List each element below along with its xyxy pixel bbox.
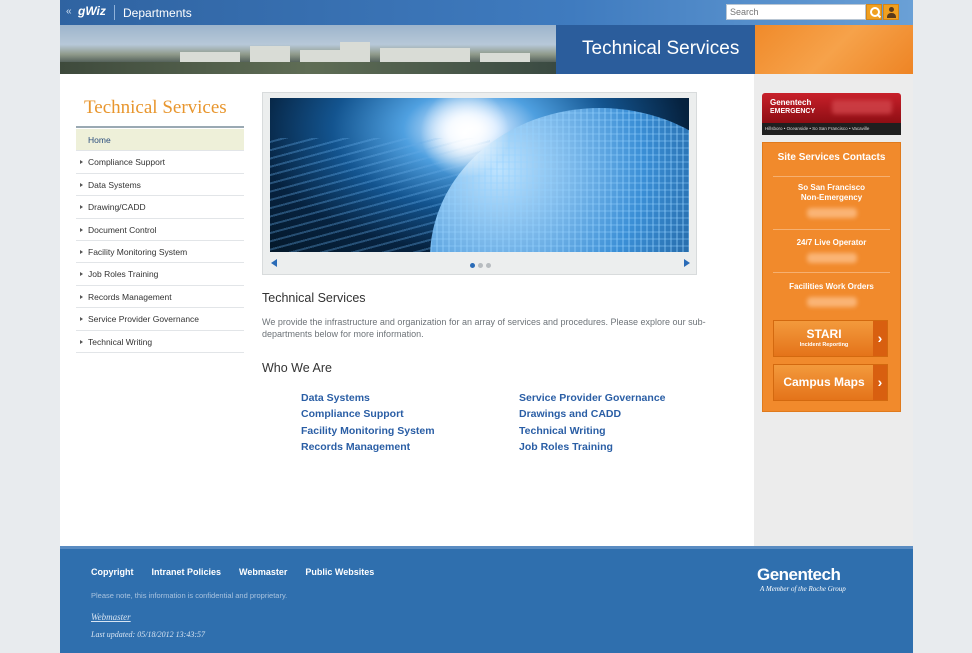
contact-number-redacted (807, 297, 857, 307)
slide-image[interactable] (270, 98, 689, 252)
contact-live-operator: 24/7 Live Operator (796, 238, 867, 247)
link-drawings-and-cadd[interactable]: Drawings and CADD (519, 408, 621, 420)
sidebar-item-technical-writing[interactable]: Technical Writing (76, 331, 244, 353)
next-arrow-icon[interactable] (684, 259, 690, 267)
sidebar-item-service-provider-governance[interactable]: Service Provider Governance (76, 308, 244, 331)
emergency-label: EMERGENCY (770, 108, 816, 115)
image-slider (262, 92, 697, 275)
sidebar-item-records-management[interactable]: Records Management (76, 286, 244, 309)
stari-button[interactable]: STARI Incident Reporting › (773, 320, 888, 357)
footer-links: Copyright Intranet Policies Webmaster Pu… (91, 567, 374, 577)
contacts-divider (773, 272, 890, 273)
intro-text: We provide the infrastructure and organi… (262, 317, 706, 339)
search-input[interactable] (726, 4, 866, 20)
slide-dot[interactable] (478, 263, 483, 268)
stari-sub-label: Incident Reporting (799, 342, 849, 348)
campus-photo (60, 25, 556, 74)
footer-link-intranet-policies[interactable]: Intranet Policies (152, 567, 222, 577)
sidebar-item-document-control[interactable]: Document Control (76, 219, 244, 241)
user-icon[interactable] (883, 4, 899, 20)
sidebar-item-facility-monitoring[interactable]: Facility Monitoring System (76, 241, 244, 264)
stari-label: STARI (806, 327, 842, 341)
contact-so-san-francisco: So San Francisco Non-Emergency (797, 183, 866, 202)
departments-link[interactable]: Departments (123, 6, 192, 20)
sidebar-title: Technical Services (84, 97, 227, 118)
link-records-management[interactable]: Records Management (301, 441, 410, 453)
chevron-right-icon: › (873, 365, 887, 400)
emergency-sites: Hillsboro • Oceanside • So San Francisco… (762, 123, 901, 135)
search-icon[interactable] (866, 4, 882, 20)
link-technical-writing[interactable]: Technical Writing (519, 425, 606, 437)
sidebar-item-data-systems[interactable]: Data Systems (76, 174, 244, 197)
contacts-title: Site Services Contacts (777, 152, 886, 163)
link-data-systems[interactable]: Data Systems (301, 392, 370, 404)
banner-accent (755, 25, 913, 74)
site-services-contacts: Site Services Contacts So San Francisco … (762, 142, 901, 412)
contact-number-redacted (807, 253, 857, 263)
divider (114, 5, 115, 20)
footer-link-copyright[interactable]: Copyright (91, 567, 134, 577)
link-service-provider-governance[interactable]: Service Provider Governance (519, 392, 666, 404)
link-facility-monitoring-system[interactable]: Facility Monitoring System (301, 425, 435, 437)
last-updated: Last updated: 05/18/2012 13:43:57 (91, 630, 205, 639)
slide-dots (470, 263, 491, 268)
slide-dot[interactable] (470, 263, 475, 268)
webmaster-link[interactable]: Webmaster (91, 612, 131, 622)
sidebar-divider (76, 126, 244, 128)
emergency-banner[interactable]: Genentech EMERGENCY Hillsboro • Oceansid… (762, 93, 901, 135)
page: « gWiz Departments Technical Services Te… (60, 0, 913, 653)
roche-tagline: A Member of the Roche Group (760, 585, 846, 593)
banner-title: Technical Services (582, 38, 740, 59)
emergency-number-redacted (832, 100, 892, 114)
sidebar-item-job-roles-training[interactable]: Job Roles Training (76, 263, 244, 286)
banner: Technical Services (60, 25, 913, 74)
sidebar-nav: Home Compliance Support Data Systems Dra… (76, 129, 244, 353)
link-job-roles-training[interactable]: Job Roles Training (519, 441, 613, 453)
emergency-brand: Genentech (770, 98, 812, 107)
sidebar-item-drawing-cadd[interactable]: Drawing/CADD (76, 196, 244, 219)
content-heading: Technical Services (262, 291, 366, 305)
prev-arrow-icon[interactable] (271, 259, 277, 267)
who-we-are-heading: Who We Are (262, 361, 332, 375)
contact-work-orders: Facilities Work Orders (789, 282, 874, 291)
contacts-divider (773, 176, 890, 177)
campus-maps-label: Campus Maps (783, 375, 865, 389)
sidebar-item-compliance-support[interactable]: Compliance Support (76, 151, 244, 174)
top-bar: « gWiz Departments (60, 0, 913, 25)
chevron-right-icon: › (873, 321, 887, 356)
campus-maps-button[interactable]: Campus Maps › (773, 364, 888, 401)
confidential-note: Please note, this information is confide… (91, 591, 288, 600)
footer-link-public-websites[interactable]: Public Websites (305, 567, 374, 577)
slide-dot[interactable] (486, 263, 491, 268)
footer: Copyright Intranet Policies Webmaster Pu… (60, 546, 913, 653)
contact-number-redacted (807, 208, 857, 218)
contacts-divider (773, 229, 890, 230)
banner-title-block: Technical Services (556, 25, 755, 74)
footer-link-webmaster[interactable]: Webmaster (239, 567, 287, 577)
sidebar-item-home[interactable]: Home (76, 129, 244, 152)
link-compliance-support[interactable]: Compliance Support (301, 408, 404, 420)
gwiz-logo[interactable]: gWiz (78, 4, 106, 18)
genentech-logo[interactable]: Genentech (757, 565, 841, 585)
back-arrow-icon[interactable]: « (66, 6, 72, 17)
